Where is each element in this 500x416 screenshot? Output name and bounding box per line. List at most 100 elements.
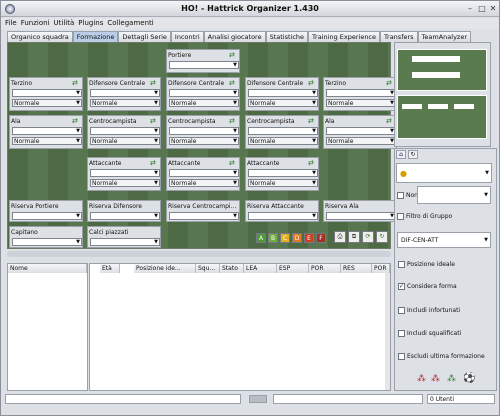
yellow-flag-icon[interactable]: C <box>280 233 290 243</box>
player-select[interactable]: ▼ <box>12 127 82 135</box>
setpieces-select[interactable]: ▼ <box>90 238 160 246</box>
tab-transfers[interactable]: Transfers <box>380 31 418 42</box>
column-header[interactable]: Squ... <box>196 264 220 273</box>
non-checkbox[interactable] <box>397 192 404 199</box>
escludi-ultima-checkbox[interactable] <box>398 353 405 360</box>
captain-select[interactable]: ▼ <box>12 238 82 246</box>
minimize-icon[interactable]: – <box>465 4 475 14</box>
behaviour-select[interactable]: Normale ▼ <box>248 99 318 107</box>
team-select[interactable]: ● ▼ <box>396 163 492 183</box>
player-select[interactable]: ▼ <box>169 89 239 97</box>
copy-icon[interactable]: ⧉ <box>348 231 360 243</box>
behaviour-select[interactable]: Normale ▼ <box>90 99 160 107</box>
player-select[interactable]: ▼ <box>12 212 82 220</box>
tab-analisi[interactable]: Analisi giocatore <box>203 31 266 42</box>
swap-icon[interactable]: ⇄ <box>150 117 158 125</box>
red-flag-icon[interactable]: F <box>316 233 326 243</box>
menu-utilita[interactable]: Utilità <box>54 18 75 29</box>
tab-incontri[interactable]: Incontri <box>170 31 204 42</box>
player-select[interactable]: ▼ <box>169 127 239 135</box>
horizontal-scrollbar[interactable] <box>7 251 391 257</box>
refresh-icon[interactable]: ⟳ <box>362 231 374 243</box>
behaviour-select[interactable]: Normale ▼ <box>169 179 239 187</box>
behaviour-select[interactable]: Normale ▼ <box>12 137 82 145</box>
menu-funzioni[interactable]: Funzioni <box>21 18 50 29</box>
behaviour-select[interactable]: Normale ▼ <box>326 99 396 107</box>
print-icon[interactable]: ⎙ <box>334 231 346 243</box>
group-select[interactable]: ▼ <box>417 186 491 204</box>
behaviour-select[interactable]: Normale ▼ <box>90 137 160 145</box>
swap-icon[interactable]: ⇄ <box>386 117 394 125</box>
tab-dettagli-serie[interactable]: Dettagli Serie <box>118 31 171 42</box>
behaviour-select[interactable]: Normale ▼ <box>326 137 396 145</box>
swap-icon[interactable]: ⇄ <box>72 79 80 87</box>
menu-collegamenti[interactable]: Collegamenti <box>107 18 153 29</box>
player-select[interactable]: ▼ <box>248 127 318 135</box>
column-header[interactable]: LEA <box>244 264 277 273</box>
behaviour-select[interactable]: Normale ▼ <box>248 137 318 145</box>
home-icon[interactable]: ⌂ <box>396 150 406 159</box>
swap-icon[interactable]: ⇄ <box>150 159 158 167</box>
includi-squalificati-checkbox[interactable] <box>398 330 405 337</box>
considera-forma-checkbox[interactable]: ✓ <box>398 283 405 290</box>
behaviour-select[interactable]: Normale ▼ <box>248 179 318 187</box>
swap-icon[interactable]: ⇄ <box>229 117 237 125</box>
column-header[interactable]: POR <box>309 264 341 273</box>
column-header-nome[interactable]: Nome <box>8 264 87 273</box>
player-select[interactable]: ▼ <box>326 127 396 135</box>
orange-flag-icon[interactable]: D <box>292 233 302 243</box>
vertical-scrollbar[interactable] <box>385 273 390 390</box>
tab-teamanalyzer[interactable]: TeamAnalyzer <box>417 31 472 42</box>
player-select[interactable]: ▼ <box>90 212 160 220</box>
player-select[interactable]: ▼ <box>169 212 239 220</box>
filtro-gruppo-checkbox[interactable] <box>397 213 404 220</box>
player-select[interactable]: ▼ <box>248 169 318 177</box>
player-select[interactable]: ▼ <box>326 89 396 97</box>
column-header[interactable]: Posizione ide... <box>134 264 196 273</box>
tab-formazione[interactable]: Formazione <box>72 31 119 42</box>
swap-icon[interactable]: ⇄ <box>229 79 237 87</box>
player-select[interactable]: ▼ <box>248 89 318 97</box>
formation-icon[interactable]: ⁂ <box>431 374 440 384</box>
behaviour-select[interactable]: Normale ▼ <box>169 99 239 107</box>
formation-icon[interactable]: ⁂ <box>447 374 456 384</box>
maximize-icon[interactable]: □ <box>477 4 487 14</box>
swap-icon[interactable]: ⇄ <box>72 117 80 125</box>
column-header[interactable]: ESP <box>277 264 309 273</box>
tab-training[interactable]: Training Experience <box>308 31 381 42</box>
tab-statistiche[interactable]: Statistiche <box>265 31 309 42</box>
green-flag-icon[interactable]: B <box>268 233 278 243</box>
player-select[interactable]: ▼ <box>169 61 239 69</box>
swap-icon[interactable]: ⇄ <box>386 79 394 87</box>
player-select[interactable]: ▼ <box>326 212 396 220</box>
behaviour-select[interactable]: Normale ▼ <box>169 137 239 145</box>
menu-plugins[interactable]: Plugins <box>78 18 103 29</box>
red-flag-icon[interactable]: E <box>304 233 314 243</box>
player-select[interactable]: ▼ <box>90 89 160 97</box>
player-select[interactable]: ▼ <box>12 89 82 97</box>
player-select[interactable]: ▼ <box>90 127 160 135</box>
player-select[interactable]: ▼ <box>169 169 239 177</box>
column-header[interactable]: Età <box>100 264 120 273</box>
behaviour-select[interactable]: Normale ▼ <box>12 99 82 107</box>
formation-icon[interactable]: ⁂ <box>417 374 426 384</box>
green-flag-icon[interactable]: A <box>256 233 266 243</box>
includi-infortunati-checkbox[interactable] <box>398 307 405 314</box>
refresh-icon[interactable]: ↻ <box>408 150 418 159</box>
tab-organico[interactable]: Organico squadra <box>7 31 73 42</box>
player-select[interactable]: ▼ <box>90 169 160 177</box>
column-header[interactable]: Stato <box>220 264 244 273</box>
swap-icon[interactable]: ⇄ <box>229 159 237 167</box>
swap-icon[interactable]: ⇄ <box>308 117 316 125</box>
swap-icon[interactable]: ⇄ <box>308 159 316 167</box>
swap-icon[interactable]: ⇄ <box>229 51 237 59</box>
menu-file[interactable]: File <box>5 18 17 29</box>
posizione-ideale-checkbox[interactable] <box>398 261 405 268</box>
swap-icon[interactable]: ⇄ <box>150 79 158 87</box>
ball-icon[interactable]: ⚽ <box>463 373 475 384</box>
column-header[interactable]: RES <box>341 264 372 273</box>
swap-icon[interactable]: ⇄ <box>308 79 316 87</box>
position-select[interactable]: DIF-CEN-ATT ▼ <box>397 232 491 248</box>
behaviour-select[interactable]: Normale ▼ <box>90 179 160 187</box>
reload-icon[interactable]: ↻ <box>376 231 388 243</box>
